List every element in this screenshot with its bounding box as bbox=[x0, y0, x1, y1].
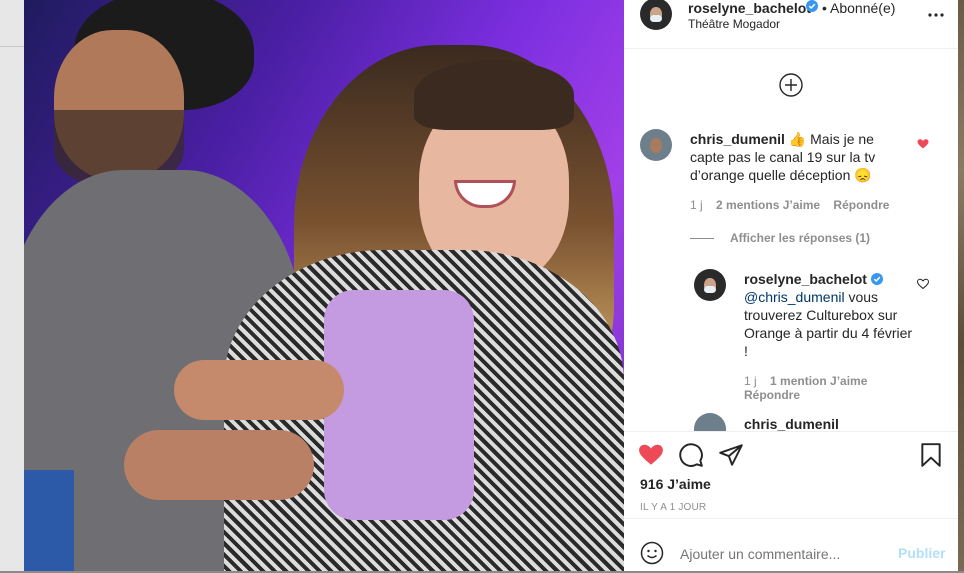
more-options-icon[interactable] bbox=[926, 8, 946, 22]
background-next-post-edge bbox=[958, 0, 964, 571]
post-actions: 916 J’aime IL Y A 1 JOUR Publier bbox=[624, 431, 958, 572]
photo-arm bbox=[124, 430, 314, 500]
mention-link[interactable]: @chris_dumenil bbox=[744, 289, 845, 305]
author-avatar[interactable] bbox=[640, 0, 672, 30]
next-commenter-avatar[interactable] bbox=[694, 413, 726, 431]
verified-badge-icon bbox=[870, 273, 883, 285]
emoji-icon[interactable] bbox=[640, 541, 664, 565]
reply-button[interactable]: Répondre bbox=[833, 198, 889, 212]
comment-like-heart-icon[interactable] bbox=[917, 278, 929, 290]
comment-username[interactable]: chris_dumenil bbox=[690, 131, 785, 147]
post-timestamp[interactable]: IL Y A 1 JOUR bbox=[640, 502, 706, 513]
comment-meta-1: 1 j 2 mentions J’aime Répondre bbox=[690, 198, 899, 212]
reply-meta: 1 j 1 mention J’aime Répondre bbox=[744, 374, 894, 402]
next-comment-clip: chris_dumenil bbox=[744, 416, 839, 431]
post-photo[interactable] bbox=[24, 0, 624, 571]
share-paper-plane-icon[interactable] bbox=[718, 442, 744, 468]
publish-button[interactable]: Publier bbox=[898, 545, 945, 561]
like-count[interactable]: 916 J’aime bbox=[640, 476, 711, 492]
commenter-avatar[interactable] bbox=[640, 129, 672, 161]
photo-woman-bangs bbox=[414, 60, 574, 130]
like-heart-icon[interactable] bbox=[638, 442, 664, 468]
reply-author-avatar[interactable] bbox=[694, 269, 726, 301]
reply-age: 1 j bbox=[744, 374, 757, 388]
comment-bubble-icon[interactable] bbox=[678, 442, 704, 468]
load-more-comments-icon[interactable] bbox=[779, 73, 803, 97]
comment-age: 1 j bbox=[690, 198, 703, 212]
verified-badge-icon bbox=[806, 0, 818, 12]
background-page-edge bbox=[0, 0, 24, 571]
next-comment-username[interactable]: chris_dumenil bbox=[744, 416, 839, 431]
comment-liked-heart-icon[interactable] bbox=[917, 138, 929, 150]
reply-text: roselyne_bachelot @chris_dumenil vous tr… bbox=[744, 270, 914, 360]
reply-like-count[interactable]: 1 mention J’aime bbox=[770, 374, 867, 388]
post-location[interactable]: Théâtre Mogador bbox=[688, 17, 780, 31]
photo-blue-sleeve bbox=[24, 470, 74, 571]
photo-hands bbox=[174, 360, 344, 420]
photo-lilac-tshirt bbox=[324, 290, 474, 520]
save-bookmark-icon[interactable] bbox=[918, 442, 944, 468]
comment-like-count[interactable]: 2 mentions J’aime bbox=[716, 198, 820, 212]
reply-reply-button[interactable]: Répondre bbox=[744, 388, 800, 402]
add-comment-bar: Publier bbox=[624, 518, 958, 573]
view-replies-button[interactable]: Afficher les réponses (1) bbox=[730, 231, 870, 245]
reply-username[interactable]: roselyne_bachelot bbox=[744, 271, 867, 287]
comment-input[interactable] bbox=[680, 546, 880, 562]
follow-status[interactable]: • Abonné(e) bbox=[822, 0, 895, 16]
post-side-panel: roselyne_bachelot • Abonné(e) Théâtre Mo… bbox=[624, 0, 958, 571]
replies-divider bbox=[690, 238, 714, 239]
author-username[interactable]: roselyne_bachelot bbox=[688, 0, 811, 16]
post-header: roselyne_bachelot • Abonné(e) Théâtre Mo… bbox=[624, 0, 958, 49]
comment-text-1: chris_dumenil 👍 Mais je ne capte pas le … bbox=[690, 130, 900, 184]
